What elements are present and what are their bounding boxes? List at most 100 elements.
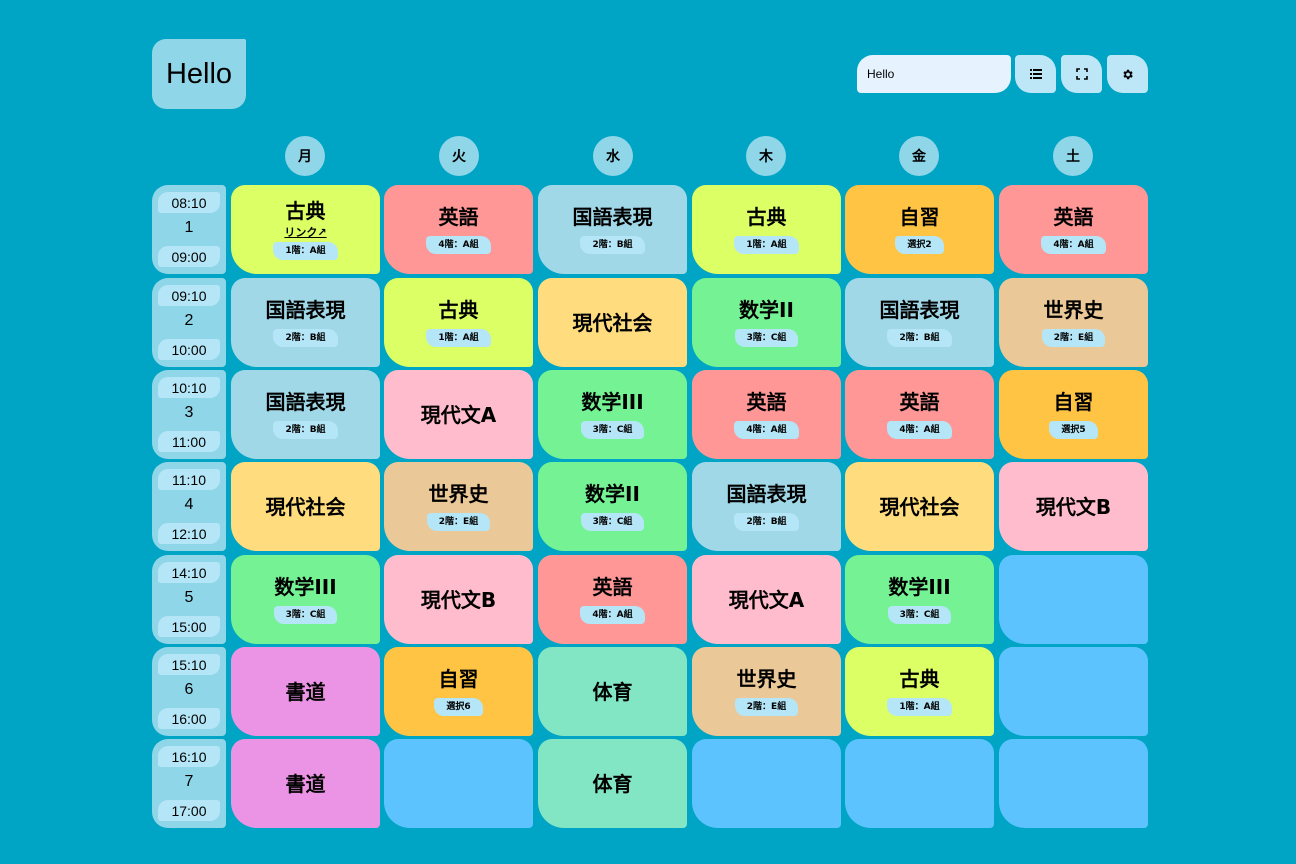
period-number: 3	[184, 404, 194, 421]
class-cell[interactable]: 数学III 3階：C組	[231, 555, 380, 644]
period-label: 15:10 6 16:00	[152, 647, 226, 736]
room-badge: 2階：B組	[580, 236, 645, 254]
room-badge: 2階：B組	[734, 513, 799, 531]
subject-name: 英語	[438, 205, 479, 229]
day-header: 火	[439, 136, 479, 176]
class-cell[interactable]: 古典 1階：A組	[845, 647, 994, 736]
subject-name: 体育	[592, 771, 633, 796]
class-cell[interactable]: 体育	[538, 739, 687, 828]
class-cell[interactable]: 国語表現 2階：B組	[845, 278, 994, 367]
period-end-time: 10:00	[158, 339, 220, 360]
empty-cell[interactable]	[692, 739, 841, 828]
class-cell[interactable]: 自習 選択2	[845, 185, 994, 274]
subject-name: 現代社会	[879, 494, 960, 519]
day-header: 金	[899, 136, 939, 176]
subject-name: 古典	[285, 199, 326, 223]
list-icon	[1029, 69, 1042, 79]
subject-name: 世界史	[428, 482, 489, 506]
class-cell[interactable]: 数学II 3階：C組	[692, 278, 841, 367]
list-view-button[interactable]	[1015, 55, 1056, 93]
class-cell[interactable]: 現代社会	[231, 462, 380, 551]
period-label: 10:10 3 11:00	[152, 370, 226, 459]
class-cell[interactable]: 世界史 2階：E組	[384, 462, 533, 551]
class-cell[interactable]: 現代社会	[538, 278, 687, 367]
empty-cell[interactable]	[384, 739, 533, 828]
subject-name: 英語	[899, 390, 940, 414]
subject-name: 現代文A	[420, 402, 497, 427]
empty-cell[interactable]	[999, 555, 1148, 644]
class-cell[interactable]: 現代文B	[999, 462, 1148, 551]
subject-name: 古典	[899, 667, 940, 691]
class-cell[interactable]: 古典 リンク↗ 1階：A組	[231, 185, 380, 274]
room-badge: 4階：A組	[734, 421, 799, 439]
subject-name: 自習	[438, 667, 479, 691]
room-badge: 4階：A組	[1041, 236, 1106, 254]
subject-link[interactable]: リンク↗	[284, 226, 326, 239]
search-input[interactable]	[857, 55, 1011, 93]
subject-name: 英語	[1053, 205, 1094, 229]
room-badge: 選択2	[895, 236, 944, 254]
class-cell[interactable]: 現代文B	[384, 555, 533, 644]
class-cell[interactable]: 体育	[538, 647, 687, 736]
subject-name: 数学III	[581, 390, 644, 414]
day-header: 土	[1053, 136, 1093, 176]
class-cell[interactable]: 英語 4階：A組	[845, 370, 994, 459]
room-badge: 2階：E組	[1041, 329, 1106, 347]
room-badge: 2階：E組	[734, 698, 799, 716]
period-end-time: 17:00	[158, 800, 220, 821]
empty-cell[interactable]	[999, 739, 1148, 828]
class-cell[interactable]: 国語表現 2階：B組	[231, 370, 380, 459]
fullscreen-icon	[1075, 68, 1088, 80]
subject-name: 現代文B	[1035, 494, 1112, 519]
room-badge: 選択6	[434, 698, 483, 716]
class-cell[interactable]: 国語表現 2階：B組	[538, 185, 687, 274]
subject-name: 国語表現	[572, 205, 653, 229]
class-cell[interactable]: 古典 1階：A組	[384, 278, 533, 367]
fullscreen-button[interactable]	[1061, 55, 1102, 93]
period-number: 1	[184, 219, 194, 236]
class-cell[interactable]: 数学III 3階：C組	[845, 555, 994, 644]
class-cell[interactable]: 書道	[231, 647, 380, 736]
class-cell[interactable]: 国語表現 2階：B組	[231, 278, 380, 367]
settings-button[interactable]	[1107, 55, 1148, 93]
period-end-time: 12:10	[158, 523, 220, 544]
class-cell[interactable]: 書道	[231, 739, 380, 828]
room-badge: 2階：E組	[426, 513, 491, 531]
period-end-time: 11:00	[158, 431, 220, 452]
class-cell[interactable]: 現代社会	[845, 462, 994, 551]
class-cell[interactable]: 国語表現 2階：B組	[692, 462, 841, 551]
empty-cell[interactable]	[845, 739, 994, 828]
subject-name: 書道	[285, 771, 326, 796]
room-badge: 2階：B組	[887, 329, 952, 347]
class-cell[interactable]: 数学III 3階：C組	[538, 370, 687, 459]
class-cell[interactable]: 英語 4階：A組	[384, 185, 533, 274]
empty-cell[interactable]	[999, 647, 1148, 736]
subject-name: 自習	[1053, 390, 1094, 414]
period-start-time: 09:10	[158, 285, 220, 306]
room-badge: 2階：B組	[273, 329, 338, 347]
class-cell[interactable]: 自習 選択5	[999, 370, 1148, 459]
class-cell[interactable]: 現代文A	[692, 555, 841, 644]
room-badge: 1階：A組	[426, 329, 491, 347]
subject-name: 世界史	[736, 667, 797, 691]
class-cell[interactable]: 世界史 2階：E組	[999, 278, 1148, 367]
class-cell[interactable]: 現代文A	[384, 370, 533, 459]
period-number: 4	[184, 496, 194, 513]
period-label: 08:10 1 09:00	[152, 185, 226, 274]
class-cell[interactable]: 英語 4階：A組	[538, 555, 687, 644]
class-cell[interactable]: 自習選択6	[384, 647, 533, 736]
subject-name: 現代文A	[728, 587, 805, 612]
subject-name: 数学III	[274, 575, 337, 599]
period-start-time: 11:10	[158, 469, 220, 490]
room-badge: 1階：A組	[887, 698, 952, 716]
class-cell[interactable]: 世界史 2階：E組	[692, 647, 841, 736]
class-cell[interactable]: 古典 1階：A組	[692, 185, 841, 274]
class-cell[interactable]: 英語 4階：A組	[692, 370, 841, 459]
class-cell[interactable]: 数学II 3階：C組	[538, 462, 687, 551]
period-start-time: 10:10	[158, 377, 220, 398]
room-badge: 1階：A組	[734, 236, 799, 254]
class-cell[interactable]: 英語 4階：A組	[999, 185, 1148, 274]
period-label: 16:10 7 17:00	[152, 739, 226, 828]
subject-name: 古典	[438, 298, 479, 322]
period-end-time: 16:00	[158, 708, 220, 729]
